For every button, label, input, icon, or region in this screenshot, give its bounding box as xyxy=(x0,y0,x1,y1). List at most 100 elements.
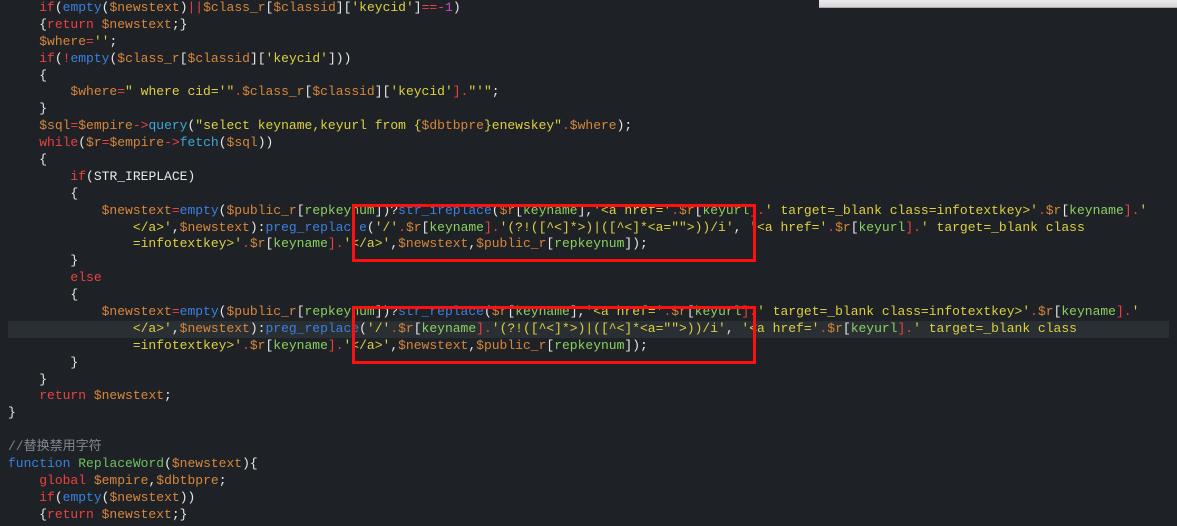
code-token: ]. xyxy=(898,321,914,336)
code-token: $r xyxy=(492,304,508,319)
code-line[interactable]: $where=" where cid='".$class_r[$classid]… xyxy=(8,84,1169,101)
code-token: , xyxy=(390,338,398,353)
code-token: $r xyxy=(1038,304,1054,319)
code-token: ][ xyxy=(375,84,391,99)
code-token: $class_r xyxy=(117,51,179,66)
code-line[interactable]: $newstext=empty($public_r[repkeynum])?st… xyxy=(8,304,1169,321)
code-line[interactable]: if(empty($newstext)||$class_r[$classid][… xyxy=(8,0,1169,17)
code-token: ( xyxy=(55,51,63,66)
code-token: $empire xyxy=(78,118,133,133)
code-token xyxy=(8,135,39,150)
code-editor[interactable]: if(empty($newstext)||$class_r[$classid][… xyxy=(0,0,1177,524)
code-token xyxy=(8,169,70,184)
code-token: ])) xyxy=(328,51,351,66)
code-line[interactable]: } xyxy=(8,405,1169,422)
code-line[interactable]: $where=''; xyxy=(8,34,1169,51)
code-line[interactable]: { xyxy=(8,287,1169,304)
code-line[interactable]: { xyxy=(8,68,1169,85)
code-token: = xyxy=(117,84,125,99)
code-line[interactable]: {return $newstext;} xyxy=(8,507,1169,524)
code-token: empty xyxy=(70,51,109,66)
code-token: $r xyxy=(827,321,843,336)
code-token: . xyxy=(827,220,835,235)
code-token: { xyxy=(8,287,78,302)
code-token: empty xyxy=(180,304,219,319)
code-token: ' xyxy=(1139,203,1147,218)
code-line[interactable]: $newstext=empty($public_r[repkeynum])?st… xyxy=(8,203,1169,220)
code-token: ( xyxy=(492,203,500,218)
code-token: $newstext xyxy=(398,338,468,353)
code-line[interactable]: while($r=$empire->fetch($sql)) xyxy=(8,135,1169,152)
code-token: $public_r xyxy=(476,338,546,353)
code-line[interactable]: //替换禁用字符 xyxy=(8,439,1169,456)
code-token: ( xyxy=(164,456,172,471)
code-token: ]. xyxy=(476,321,492,336)
code-line[interactable]: =infotextkey>'.$r[keyname].'</a>',$newst… xyxy=(8,338,1169,355)
code-line[interactable]: } xyxy=(8,372,1169,389)
code-token: $sql xyxy=(39,118,70,133)
code-token: $classid xyxy=(188,51,250,66)
code-token: ReplaceWord xyxy=(78,456,164,471)
code-token: $newstext xyxy=(94,507,172,522)
code-token: query xyxy=(148,118,187,133)
code-line[interactable]: if(STR_IREPLACE) xyxy=(8,169,1169,186)
code-token: empty xyxy=(63,0,102,15)
code-token: return xyxy=(47,507,94,522)
code-token: ]. xyxy=(328,338,344,353)
code-line[interactable]: { xyxy=(8,186,1169,203)
code-token: '' xyxy=(94,34,110,49)
code-line[interactable]: </a>',$newstext):preg_replac e('/'.$r[ke… xyxy=(8,220,1169,237)
code-token: . xyxy=(1038,203,1046,218)
code-token xyxy=(8,34,39,49)
code-token: ( xyxy=(78,135,86,150)
code-token: , xyxy=(390,236,398,251)
code-line[interactable]: if(!empty($class_r[$classid]['keycid'])) xyxy=(8,51,1169,68)
code-token: $newstext xyxy=(109,490,179,505)
code-line[interactable]: {return $newstext;} xyxy=(8,17,1169,34)
code-token: ] xyxy=(414,0,422,15)
code-line[interactable]: </a>',$newstext):preg_replace('/'.$r[key… xyxy=(8,321,1169,338)
code-token: ){ xyxy=(242,456,258,471)
code-token: { xyxy=(8,186,78,201)
code-line[interactable]: } xyxy=(8,253,1169,270)
code-token: ]. xyxy=(484,220,500,235)
code-line[interactable]: } xyxy=(8,101,1169,118)
code-token: ==- xyxy=(422,0,445,15)
code-token: $newstext xyxy=(86,388,164,403)
code-token xyxy=(8,270,70,285)
code-token: ])? xyxy=(375,304,398,319)
code-token: . xyxy=(671,203,679,218)
code-token: , xyxy=(468,236,476,251)
code-token: '</a>' xyxy=(344,338,391,353)
code-token: ( xyxy=(484,304,492,319)
code-token: repkeynum xyxy=(554,338,624,353)
code-token: ) xyxy=(180,0,188,15)
code-token: , xyxy=(172,220,180,235)
code-line[interactable]: global $empire,$dbtbpre; xyxy=(8,473,1169,490)
code-token: if xyxy=(39,490,55,505)
code-token: $newstext xyxy=(398,236,468,251)
code-line[interactable]: else xyxy=(8,270,1169,287)
code-line[interactable] xyxy=(8,422,1169,439)
code-token: keyname xyxy=(1061,304,1116,319)
code-line[interactable]: function ReplaceWord($newstext){ xyxy=(8,456,1169,473)
code-line[interactable]: =infotextkey>'.$r[keyname].'</a>',$newst… xyxy=(8,236,1169,253)
code-line[interactable]: { xyxy=(8,152,1169,169)
code-token: , xyxy=(172,321,180,336)
code-token: while xyxy=(39,135,78,150)
code-line[interactable]: return $newstext; xyxy=(8,388,1169,405)
code-token: = xyxy=(86,34,94,49)
code-line[interactable]: if(empty($newstext)) xyxy=(8,490,1169,507)
code-line[interactable]: } xyxy=(8,355,1169,372)
code-token xyxy=(8,118,39,133)
code-token: [ xyxy=(297,203,305,218)
code-token: keyname xyxy=(1069,203,1124,218)
code-token xyxy=(8,388,39,403)
code-token: ; xyxy=(164,388,172,403)
code-token: =infotextkey>' xyxy=(8,338,242,353)
code-token: ' target=_blank class=infotextkey>' xyxy=(765,203,1038,218)
code-line[interactable]: $sql=$empire->query("select keyname,keyu… xyxy=(8,118,1169,135)
code-token: ], xyxy=(570,304,586,319)
code-token: )) xyxy=(258,135,274,150)
code-token: [ xyxy=(687,304,695,319)
